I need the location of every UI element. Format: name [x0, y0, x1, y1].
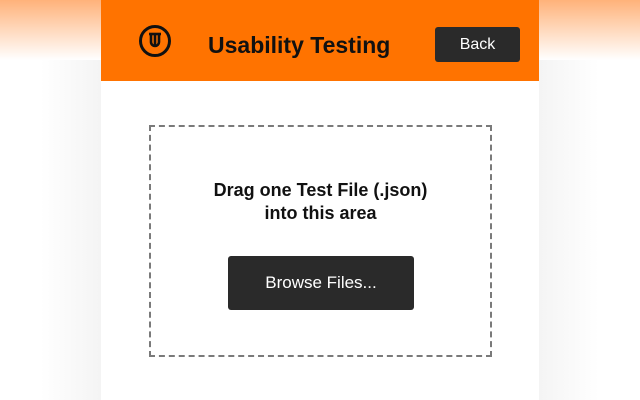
back-button[interactable]: Back	[435, 27, 520, 62]
drop-instructions-line-2: into this area	[264, 203, 377, 223]
background-right	[539, 0, 640, 400]
app-header: Usability Testing Back	[101, 0, 539, 81]
drop-instructions-line-1: Drag one Test File (.json)	[213, 180, 428, 200]
drop-instructions: Drag one Test File (.json) into this are…	[151, 179, 490, 225]
background-left	[0, 0, 101, 400]
usability-testing-logo-icon	[139, 25, 171, 57]
app-panel: Usability Testing Back Drag one Test Fil…	[101, 0, 539, 400]
file-drop-zone[interactable]: Drag one Test File (.json) into this are…	[149, 125, 492, 357]
browse-files-button[interactable]: Browse Files...	[228, 256, 414, 310]
page-title: Usability Testing	[208, 32, 391, 58]
